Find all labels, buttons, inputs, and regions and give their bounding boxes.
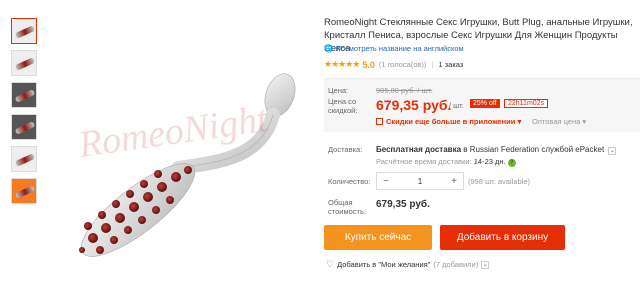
- available-stock: (998 шт. available): [468, 177, 530, 186]
- wholesale-price-dropdown[interactable]: Оптовая цена ▾: [532, 117, 586, 126]
- orders-count: 1 заказ: [438, 60, 464, 69]
- thumbnail-2[interactable]: [11, 50, 37, 76]
- delivery-estimate: Расчётное время доставки: 14-23 дн. ?: [376, 157, 516, 167]
- discount-price-label: Цена со скидкой:: [328, 97, 358, 115]
- shipping-method[interactable]: Бесплатная доставка в Russian Federation…: [376, 145, 617, 155]
- total-label: Общая стоимость:: [328, 198, 366, 216]
- buy-now-button[interactable]: Купить сейчас: [324, 225, 432, 250]
- nub-dots: [79, 166, 192, 254]
- wishlist-count: (7 добавили): [433, 260, 479, 269]
- wishlist-label: Добавить в "Мои желания": [337, 260, 431, 269]
- sale-price: 679,35 руб.: [376, 97, 452, 113]
- qr-code-icon: [376, 118, 383, 125]
- old-price: 905,80 руб. / шт.: [376, 86, 433, 95]
- rating-score: 5.0: [362, 59, 375, 70]
- shipping-free-label: Бесплатная доставка: [376, 145, 462, 154]
- app-promo-label: Скидки еще больше в приложении ▾: [386, 117, 522, 126]
- thumbnail-1[interactable]: [11, 18, 37, 44]
- countdown-timer: 22h11m02s: [504, 99, 549, 108]
- delivery-time-label: Расчётное время доставки:: [376, 157, 474, 166]
- shipping-label: Доставка:: [328, 145, 363, 154]
- thumbnail-strip: [11, 18, 39, 210]
- add-to-cart-button[interactable]: Добавить в корзину: [440, 225, 565, 250]
- translate-icon: 🌐: [324, 44, 334, 53]
- translate-title-link[interactable]: 🌐 Посмотреть название на английском: [324, 44, 464, 53]
- chevron-down-icon[interactable]: ⌄: [481, 260, 490, 269]
- help-icon[interactable]: ?: [507, 159, 516, 167]
- delivery-time-value: 14-23 дн.: [473, 157, 506, 166]
- quantity-input[interactable]: 1: [395, 177, 445, 186]
- increase-button[interactable]: +: [445, 176, 463, 187]
- rating-row: ★★★★★ 5.0 (1 голоса(ов)) | 1 заказ: [324, 59, 463, 70]
- wishlist-add[interactable]: ♡ Добавить в "Мои желания" (7 добавили) …: [326, 259, 490, 270]
- app-promo-link[interactable]: Скидки еще больше в приложении ▾: [376, 117, 521, 126]
- chevron-down-icon[interactable]: ⌄: [608, 147, 617, 155]
- total-price: 679,35 руб.: [376, 199, 430, 210]
- thumbnail-6[interactable]: [11, 178, 37, 204]
- thumbnail-4[interactable]: [11, 114, 37, 140]
- heart-icon: ♡: [326, 259, 335, 269]
- rating-votes-link[interactable]: (1 голоса(ов)): [379, 60, 427, 69]
- shipping-method-suffix: в Russian Federation службой ePacket: [461, 145, 605, 154]
- quantity-label: Количество:: [328, 177, 371, 186]
- thumbnail-3[interactable]: [11, 82, 37, 108]
- price-label: Цена:: [328, 86, 349, 95]
- translate-link-label: Посмотреть название на английском: [335, 44, 464, 53]
- decrease-button[interactable]: −: [377, 176, 395, 187]
- thumbnail-5[interactable]: [11, 146, 37, 172]
- quantity-stepper: − 1 +: [376, 172, 464, 190]
- discount-badge: 25% off: [470, 99, 500, 108]
- rating-stars-icon: ★★★★★: [324, 59, 360, 69]
- rating-separator: |: [431, 60, 434, 69]
- price-box: Цена: 905,80 руб. / шт. Цена со скидкой:…: [324, 78, 640, 132]
- product-main-image[interactable]: RomeoNight: [48, 0, 308, 282]
- price-unit: / шт.: [449, 101, 464, 110]
